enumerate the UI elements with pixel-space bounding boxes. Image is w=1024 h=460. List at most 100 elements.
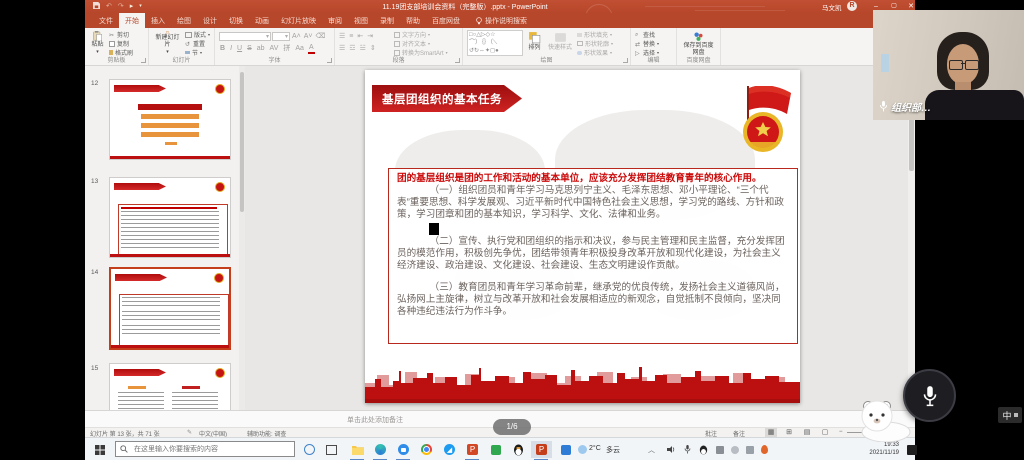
tab-help[interactable]: 帮助 — [400, 13, 426, 28]
slide-body-textbox[interactable]: 团的基层组织是团的工作和活动的基本单位，应该充分发挥团结教育青年的核心作用。 （… — [388, 168, 798, 344]
save-to-netdisk-button[interactable]: 保存到百度网盘 — [681, 30, 716, 56]
slide-thumbnail-15[interactable] — [109, 363, 231, 410]
panel-scrollbar-thumb[interactable] — [240, 72, 244, 212]
align-left-icon[interactable]: ☰ — [339, 44, 345, 52]
shapes-gallery[interactable]: □○△▷◇☆ ⌒）｛｝（⟍ ↺↻⇔✦◻● — [467, 30, 523, 56]
tab-baidu-netdisk[interactable]: 百度网盘 — [426, 13, 466, 28]
tab-insert[interactable]: 插入 — [145, 13, 171, 28]
taskbar-app-wecom[interactable] — [557, 441, 574, 458]
task-view-icon[interactable] — [323, 441, 340, 458]
taskbar-app-edge[interactable] — [372, 441, 389, 458]
qq-tray-icon[interactable] — [695, 441, 712, 458]
slide-thumbnail-12[interactable] — [109, 79, 231, 160]
new-slide-button[interactable]: 新建幻灯片▾ — [153, 30, 182, 56]
tab-home[interactable]: 开始 — [119, 13, 145, 28]
account-avatar[interactable]: R — [847, 1, 857, 11]
arrange-button[interactable]: 排列 — [526, 30, 543, 56]
search-input[interactable] — [132, 445, 286, 454]
bullets-icon[interactable]: ☰ — [339, 32, 345, 40]
font-name-box[interactable]: ▾ — [219, 32, 271, 41]
dialog-launcher-icon[interactable] — [141, 58, 146, 63]
paste-button[interactable]: 粘贴▾ — [89, 30, 106, 56]
dialog-launcher-icon[interactable] — [327, 58, 332, 63]
italic-button[interactable]: I — [229, 44, 233, 53]
tab-review[interactable]: 审阅 — [322, 13, 348, 28]
reading-view-icon[interactable]: ▤ — [801, 428, 813, 437]
shape-outline-button[interactable]: 形状轮廓▾ — [577, 39, 613, 48]
cortana-icon[interactable] — [301, 441, 318, 458]
tab-view[interactable]: 视图 — [348, 13, 374, 28]
replace-button[interactable]: ⇄替换▾ — [635, 39, 659, 48]
align-right-icon[interactable]: ☱ — [360, 44, 366, 52]
layout-button[interactable]: 版式▾ — [185, 30, 210, 39]
numbering-icon[interactable]: ≡ — [349, 33, 353, 40]
shrink-font-icon[interactable]: A˅ — [303, 32, 314, 41]
reset-button[interactable]: ↺重置 — [185, 39, 210, 48]
align-text-button[interactable]: 对齐文本▾ — [394, 39, 448, 48]
taskbar-app-dingtalk[interactable]: ◢ — [441, 441, 458, 458]
change-case-button[interactable]: Aa — [294, 44, 305, 53]
weather-condition[interactable]: 多云 — [606, 445, 620, 455]
tab-record[interactable]: 录制 — [374, 13, 400, 28]
taskbar-app-meeting[interactable] — [395, 441, 412, 458]
bold-button[interactable]: B — [219, 44, 226, 53]
glasses-right-lens — [965, 60, 979, 70]
taskbar-app-powerpoint-active[interactable]: P — [531, 441, 552, 458]
line-spacing-icon[interactable]: ⇕ — [370, 44, 376, 52]
pinyin-button[interactable]: 拼 — [282, 44, 291, 53]
tab-draw[interactable]: 绘图 — [171, 13, 197, 28]
pen-icon[interactable]: ✎ — [187, 429, 192, 436]
hidden-icons-chevron[interactable]: ︿ — [648, 445, 655, 455]
slide-title-banner[interactable]: 基层团组织的基本任务 — [372, 85, 522, 112]
quick-styles-button[interactable]: 快速样式 — [546, 30, 574, 56]
text-direction-button[interactable]: 文字方向▾ — [394, 30, 448, 39]
indent-decrease-icon[interactable]: ⇤ — [357, 32, 363, 40]
text-shadow-button[interactable]: ab — [256, 44, 266, 53]
shape-fill-button[interactable]: 形状填充▾ — [577, 30, 613, 39]
slideshow-view-icon[interactable]: ▢ — [819, 428, 831, 437]
account-name[interactable]: 马文凯 — [822, 2, 842, 12]
tell-me-search[interactable]: 操作说明搜索 — [466, 13, 533, 28]
find-button[interactable]: ⌕查找 — [635, 30, 659, 39]
webcam-video-window[interactable]: 组织部… — [873, 10, 1024, 120]
slide-canvas[interactable]: 基层团组织的基本任务 团的基层组织是团的工作和活动的基本单位，应该充分发挥团结教… — [365, 70, 800, 403]
tab-file[interactable]: 文件 — [93, 13, 119, 28]
tab-animations[interactable]: 动画 — [249, 13, 275, 28]
taskbar-app-green[interactable] — [487, 441, 504, 458]
taskbar-app-qq[interactable] — [510, 441, 527, 458]
indent-increase-icon[interactable]: ⇥ — [367, 32, 373, 40]
desktop-pet-bear[interactable] — [848, 396, 912, 442]
strikethrough-button[interactable]: S — [246, 44, 253, 53]
taskbar-app-file-explorer[interactable] — [349, 441, 366, 458]
cut-button[interactable]: ✂剪切 — [109, 30, 133, 39]
start-button[interactable] — [91, 441, 108, 458]
copy-button[interactable]: 复制 — [109, 39, 133, 48]
font-size-box[interactable]: ▾ — [272, 32, 290, 41]
grow-font-icon[interactable]: A˄ — [291, 32, 302, 41]
underline-button[interactable]: U — [236, 44, 243, 53]
slide-thumbnail-14-selected[interactable] — [109, 267, 231, 350]
weather-temp[interactable]: 2°C — [589, 445, 601, 452]
dialog-launcher-icon[interactable] — [455, 58, 460, 63]
microphone-tray-icon[interactable] — [679, 441, 696, 458]
slide-thumbnail-13[interactable] — [109, 177, 231, 258]
taskbar-search-box[interactable] — [115, 441, 295, 457]
taskbar-app-chrome[interactable] — [418, 441, 435, 458]
char-spacing-button[interactable]: AV — [269, 44, 280, 53]
zoom-out-icon[interactable]: − — [839, 429, 843, 435]
font-color-button[interactable]: A — [308, 43, 315, 54]
taskbar-clock[interactable]: 19:33 2021/11/19 — [853, 441, 899, 457]
tab-design[interactable]: 设计 — [197, 13, 223, 28]
notification-center-icon[interactable] — [903, 441, 920, 458]
slide-sorter-view-icon[interactable]: ⊞ — [783, 428, 795, 437]
taskbar-app-powerpoint[interactable]: P — [464, 441, 481, 458]
volume-icon[interactable] — [663, 441, 680, 458]
dialog-launcher-icon[interactable] — [623, 58, 628, 63]
tab-transitions[interactable]: 切换 — [223, 13, 249, 28]
clear-format-icon[interactable]: ⌫ — [315, 32, 327, 41]
tab-slideshow[interactable]: 幻灯片放映 — [275, 13, 322, 28]
huorong-flame-icon[interactable] — [756, 441, 773, 458]
align-center-icon[interactable]: ☲ — [349, 44, 355, 52]
normal-view-icon[interactable]: ▦ — [765, 428, 777, 437]
ime-indicator[interactable]: 中 — [998, 407, 1022, 423]
